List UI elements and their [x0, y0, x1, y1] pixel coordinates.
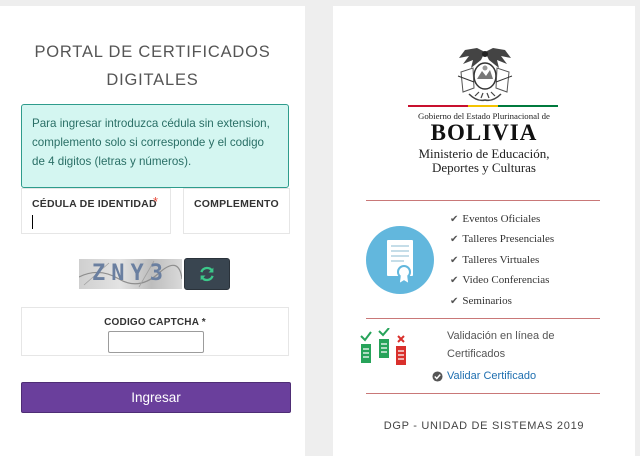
event-label: Talleres Presenciales: [462, 233, 555, 246]
captcha-field-group: CODIGO CAPTCHA *: [21, 307, 289, 356]
captcha-image-text: ZNY3: [92, 261, 169, 286]
footer-text: DGP - UNIDAD DE SISTEMAS 2019: [383, 420, 585, 432]
page-title-line1: PORTAL DE CERTIFICADOS: [34, 43, 271, 61]
event-item: ✔ Video Conferencias: [450, 270, 554, 290]
event-label: Eventos Oficiales: [462, 213, 541, 225]
divider: [366, 200, 600, 201]
info-alert-text: Para ingresar introduzca cédula sin exte…: [32, 117, 270, 168]
validation-description: Validación en línea de Certificados: [447, 330, 555, 360]
check-icon: ✔: [450, 234, 459, 246]
event-item: ✔ Eventos Oficiales: [450, 209, 554, 229]
event-label: Talleres Virtuales: [462, 253, 540, 266]
certificate-icon: [366, 226, 434, 294]
validate-certificate-label: Validar Certificado: [447, 370, 537, 382]
event-label: Video Conferencias: [462, 274, 550, 287]
event-item: ✔ Talleres Presenciales: [450, 229, 554, 249]
validate-certificate-link[interactable]: Validar Certificado: [432, 370, 536, 382]
event-label: Seminarios: [462, 294, 512, 307]
required-marker: *: [153, 194, 159, 209]
captcha-input[interactable]: [108, 331, 204, 353]
page-title-line2: DIGITALES: [106, 71, 199, 89]
complement-field-group[interactable]: COMPLEMENTO: [183, 188, 290, 234]
ministry-line1: Ministerio de Educación,: [418, 146, 550, 161]
divider: [366, 318, 600, 319]
refresh-captcha-button[interactable]: [184, 258, 230, 290]
captcha-image: ZNY3: [79, 259, 182, 289]
ministry-line2: Deportes y Culturas: [432, 160, 536, 175]
ci-field-group: CÉDULA DE IDENTIDAD *: [21, 188, 171, 234]
check-circle-icon: [432, 370, 443, 382]
submit-button[interactable]: Ingresar: [21, 382, 291, 413]
event-list: ✔ Eventos Oficiales ✔ Talleres Presenciale…: [450, 209, 554, 311]
captcha-label: CODIGO CAPTCHA *: [104, 317, 206, 328]
divider: [366, 393, 600, 394]
tricolor-bar: [408, 105, 558, 107]
documents-icon: [360, 328, 406, 365]
ci-label: CÉDULA DE IDENTIDAD: [32, 198, 157, 210]
ministry-name: Ministerio de Educación, Deportes y Cult…: [333, 147, 635, 175]
event-item: ✔ Talleres Virtuales: [450, 250, 554, 270]
coat-of-arms-logo: [457, 48, 513, 102]
check-icon: ✔: [450, 295, 459, 307]
info-alert: Para ingresar introduzca cédula sin exte…: [21, 104, 289, 188]
event-item: ✔ Seminarios: [450, 291, 554, 311]
refresh-icon: [200, 266, 214, 282]
ci-input[interactable]: [32, 215, 163, 229]
check-icon: ✔: [450, 275, 459, 287]
country-name: BOLIVIA: [430, 120, 538, 145]
check-icon: ✔: [450, 254, 459, 266]
page-title: PORTAL DE CERTIFICADOS DIGITALES: [0, 38, 305, 94]
check-icon: ✔: [450, 214, 459, 225]
complement-label: COMPLEMENTO: [194, 198, 279, 210]
